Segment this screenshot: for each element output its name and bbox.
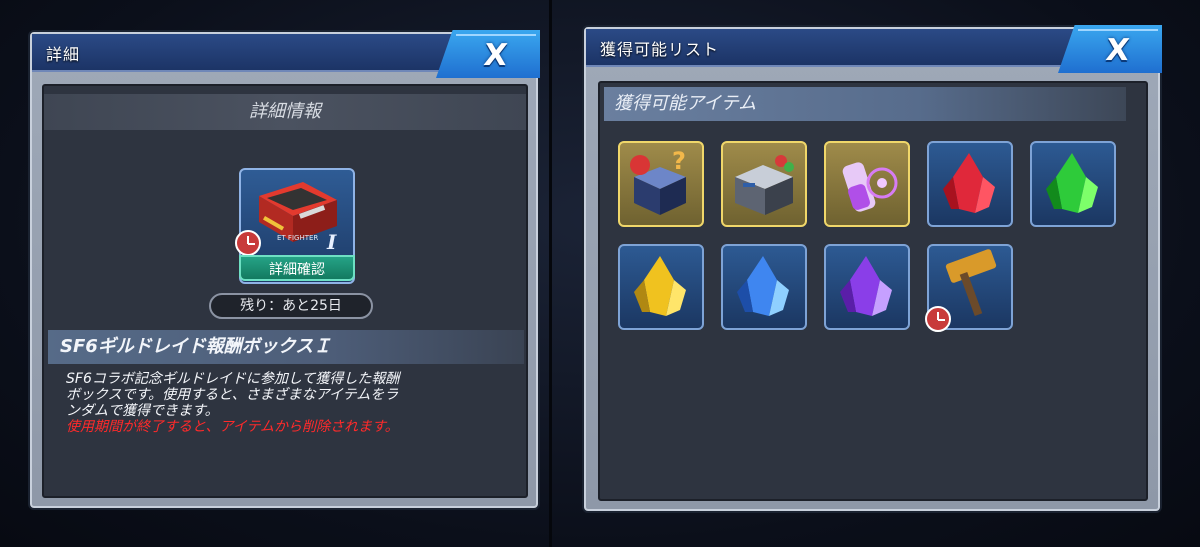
item-description: SF6コラボ記念ギルドレイドに参加して獲得した報酬 ボックスです。使用すると、さ… bbox=[66, 371, 516, 435]
remaining-time: 残り：あと25日 bbox=[209, 293, 373, 319]
reward-slot[interactable] bbox=[925, 244, 1013, 332]
item-name: SF6ギルドレイド報酬ボックスＩ bbox=[48, 330, 524, 364]
screen-divider bbox=[549, 0, 552, 547]
reward-slot[interactable] bbox=[824, 141, 910, 227]
green-crystal-icon bbox=[1046, 153, 1098, 213]
rewards-title: 獲得可能リスト bbox=[600, 40, 720, 59]
close-icon: X bbox=[1104, 33, 1131, 68]
item-label-text: ET FIGHTER bbox=[277, 234, 319, 242]
item-grade: I bbox=[327, 230, 337, 254]
rewards-panel: 獲得可能リスト X 獲得可能アイテム ? bbox=[584, 25, 1162, 511]
rewards-content: 獲得可能アイテム ? bbox=[598, 81, 1148, 501]
treasure-crate-icon bbox=[735, 155, 794, 215]
section-title: 詳細情報 bbox=[44, 94, 526, 130]
close-button[interactable]: X bbox=[436, 30, 540, 78]
description-line: ボックスです。使用すると、さまざまなアイテムをラ bbox=[66, 387, 399, 403]
description-line: SF6コラボ記念ギルドレイドに参加して獲得した報酬 bbox=[66, 371, 400, 387]
description-line: ンダムで獲得できます。 bbox=[66, 403, 219, 419]
close-button[interactable]: X bbox=[1058, 25, 1162, 73]
detail-content: 詳細情報 ET FIGHTER I 詳細確認 残り：あと25日 SF6ギルドレイ… bbox=[42, 84, 528, 498]
blue-crystal-icon bbox=[737, 256, 789, 316]
detail-title: 詳細 bbox=[46, 45, 81, 64]
reward-slot[interactable] bbox=[927, 141, 1013, 227]
detail-confirm-button[interactable]: 詳細確認 bbox=[239, 255, 355, 281]
reward-slot[interactable] bbox=[721, 244, 807, 330]
purple-crystal-icon bbox=[840, 256, 892, 316]
yellow-crystal-icon bbox=[634, 256, 686, 316]
potion-bottle-icon bbox=[842, 162, 898, 212]
timer-icon bbox=[925, 306, 951, 332]
warning-text: 使用期間が終了すると、アイテムから削除されます。 bbox=[66, 419, 399, 435]
mystery-box-icon: ? bbox=[630, 147, 686, 215]
red-crystal-icon bbox=[943, 153, 995, 213]
reward-slot[interactable] bbox=[824, 244, 910, 330]
reward-slot[interactable] bbox=[721, 141, 807, 227]
section-title: 獲得可能アイテム bbox=[604, 87, 1126, 121]
reward-slot[interactable] bbox=[618, 244, 704, 330]
timer-icon bbox=[235, 230, 261, 256]
close-icon: X bbox=[482, 38, 509, 73]
reward-slot[interactable]: ? bbox=[618, 141, 704, 227]
reward-slot[interactable] bbox=[1030, 141, 1116, 227]
detail-panel: 詳細 X 詳細情報 ET FIGHTER I 詳細確認 残り：あと25日 SF6… bbox=[30, 30, 540, 508]
svg-text:?: ? bbox=[672, 147, 686, 175]
